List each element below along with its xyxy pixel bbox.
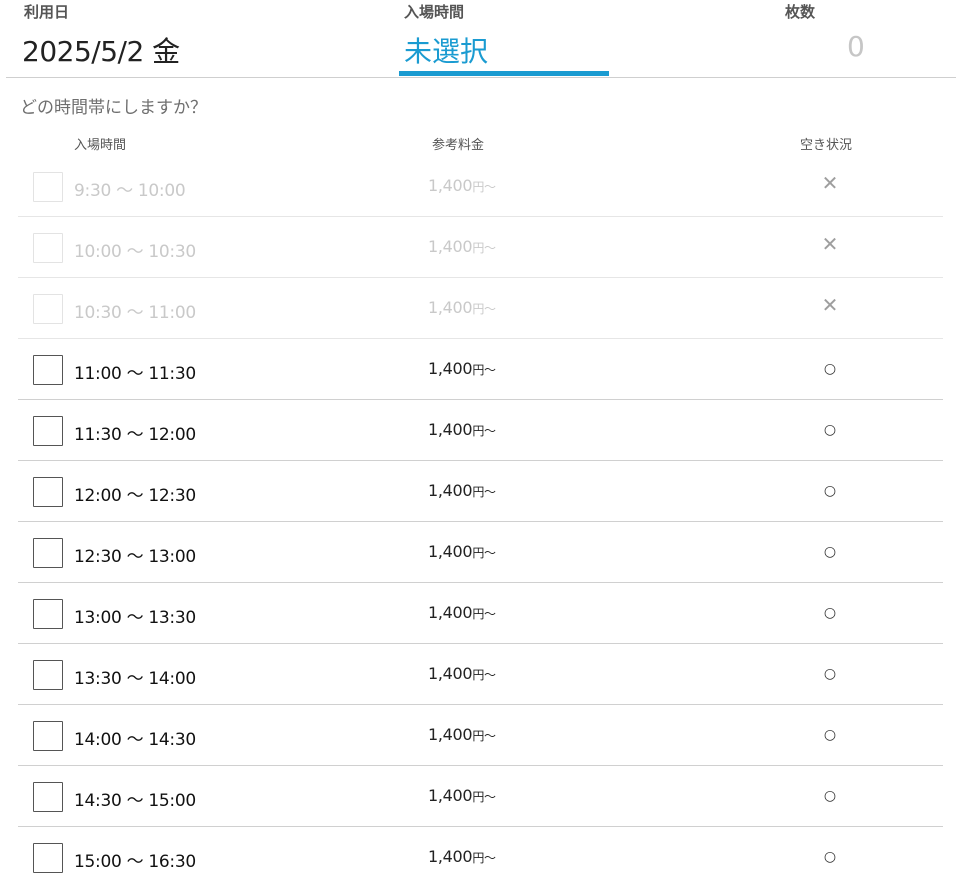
slot-checkbox[interactable]	[33, 355, 63, 385]
slot-price-unit: 円～	[472, 607, 496, 621]
time-question: どの時間帯にしますか？	[20, 98, 207, 118]
unavailable-cross-icon: ✕	[821, 232, 839, 256]
date-label: 利用日	[24, 3, 70, 21]
slot-time: 12:00 ～ 12:30	[74, 486, 196, 506]
slot-checkbox[interactable]	[33, 599, 63, 629]
slot-price-unit: 円～	[472, 180, 496, 194]
slot-price-unit: 円～	[472, 790, 496, 804]
time-slot-row: 10:00 ～ 10:30 1,400円～ ✕	[18, 217, 943, 278]
slot-price-value: 1,400	[428, 725, 473, 744]
ticket-count-label: 枚数	[785, 3, 816, 21]
slot-price-unit: 円～	[472, 546, 496, 560]
available-circle-icon: ○	[823, 727, 837, 743]
time-slot-row[interactable]: 15:00 ～ 16:30 1,400円～ ○	[18, 827, 943, 888]
slot-price-unit: 円～	[472, 241, 496, 255]
slot-checkbox	[33, 233, 63, 263]
slot-price: 1,400円～	[428, 359, 496, 378]
slot-price-value: 1,400	[428, 542, 473, 561]
available-circle-icon: ○	[823, 422, 837, 438]
unavailable-cross-icon: ✕	[821, 293, 839, 317]
time-slot-row[interactable]: 13:30 ～ 14:00 1,400円～ ○	[18, 644, 943, 705]
slot-price-value: 1,400	[428, 481, 473, 500]
slot-price: 1,400円～	[428, 176, 496, 195]
available-circle-icon: ○	[823, 544, 837, 560]
slot-checkbox[interactable]	[33, 843, 63, 873]
slot-time: 15:00 ～ 16:30	[74, 852, 196, 872]
available-circle-icon: ○	[823, 483, 837, 499]
slot-checkbox[interactable]	[33, 477, 63, 507]
time-slot-row[interactable]: 12:30 ～ 13:00 1,400円～ ○	[18, 522, 943, 583]
slot-checkbox	[33, 294, 63, 324]
time-slot-row[interactable]: 11:30 ～ 12:00 1,400円～ ○	[18, 400, 943, 461]
slot-price-value: 1,400	[428, 603, 473, 622]
slot-price-unit: 円～	[472, 424, 496, 438]
slot-price: 1,400円～	[428, 664, 496, 683]
time-slot-row: 10:30 ～ 11:00 1,400円～ ✕	[18, 278, 943, 339]
slot-time: 10:30 ～ 11:00	[74, 303, 196, 323]
slot-price-unit: 円～	[472, 485, 496, 499]
slot-price: 1,400円～	[428, 603, 496, 622]
slot-price-value: 1,400	[428, 176, 473, 195]
slot-price: 1,400円～	[428, 786, 496, 805]
time-slot-row[interactable]: 14:30 ～ 15:00 1,400円～ ○	[18, 766, 943, 827]
slot-price-unit: 円～	[472, 729, 496, 743]
time-slot-row: 9:30 ～ 10:00 1,400円～ ✕	[18, 156, 943, 217]
slot-time: 13:00 ～ 13:30	[74, 608, 196, 628]
slot-table-header: 入場時間 参考料金 空き状況	[18, 132, 943, 156]
ticket-count-value[interactable]: 0	[847, 30, 865, 63]
header-entry-time: 入場時間	[74, 138, 127, 153]
slot-time: 11:00 ～ 11:30	[74, 364, 196, 384]
time-slot-row[interactable]: 11:00 ～ 11:30 1,400円～ ○	[18, 339, 943, 400]
slot-price-unit: 円～	[472, 668, 496, 682]
available-circle-icon: ○	[823, 605, 837, 621]
slot-price-value: 1,400	[428, 847, 473, 866]
available-circle-icon: ○	[823, 666, 837, 682]
entry-time-label: 入場時間	[404, 3, 465, 21]
slot-checkbox[interactable]	[33, 538, 63, 568]
slot-price: 1,400円～	[428, 542, 496, 561]
header-reference-price: 参考料金	[432, 138, 485, 153]
selection-summary: 利用日 2025/5/2 金 入場時間 未選択 枚数 0	[6, 0, 956, 78]
slot-price: 1,400円～	[428, 237, 496, 256]
slot-price-value: 1,400	[428, 420, 473, 439]
slot-checkbox[interactable]	[33, 660, 63, 690]
slot-price: 1,400円～	[428, 298, 496, 317]
slot-checkbox[interactable]	[33, 416, 63, 446]
date-value[interactable]: 2025/5/2 金	[22, 30, 180, 70]
time-slot-list: 9:30 ～ 10:00 1,400円～ ✕ 10:00 ～ 10:30 1,400円～…	[18, 156, 943, 888]
entry-time-value[interactable]: 未選択	[404, 30, 488, 70]
available-circle-icon: ○	[823, 788, 837, 804]
slot-time: 10:00 ～ 10:30	[74, 242, 196, 262]
slot-time: 9:30 ～ 10:00	[74, 181, 186, 201]
slot-time: 11:30 ～ 12:00	[74, 425, 196, 445]
slot-checkbox[interactable]	[33, 782, 63, 812]
time-slot-row[interactable]: 14:00 ～ 14:30 1,400円～ ○	[18, 705, 943, 766]
slot-price-value: 1,400	[428, 359, 473, 378]
active-step-underline	[399, 71, 609, 76]
slot-price-value: 1,400	[428, 664, 473, 683]
slot-time: 12:30 ～ 13:00	[74, 547, 196, 567]
slot-price-value: 1,400	[428, 786, 473, 805]
slot-price: 1,400円～	[428, 725, 496, 744]
slot-checkbox[interactable]	[33, 721, 63, 751]
slot-price: 1,400円～	[428, 481, 496, 500]
slot-price-unit: 円～	[472, 302, 496, 316]
time-slot-row[interactable]: 13:00 ～ 13:30 1,400円～ ○	[18, 583, 943, 644]
slot-checkbox	[33, 172, 63, 202]
slot-price-value: 1,400	[428, 298, 473, 317]
unavailable-cross-icon: ✕	[821, 171, 839, 195]
slot-price-value: 1,400	[428, 237, 473, 256]
available-circle-icon: ○	[823, 361, 837, 377]
slot-price-unit: 円～	[472, 363, 496, 377]
header-availability: 空き状況	[800, 138, 853, 153]
slot-price: 1,400円～	[428, 420, 496, 439]
slot-time: 13:30 ～ 14:00	[74, 669, 196, 689]
slot-time: 14:30 ～ 15:00	[74, 791, 196, 811]
time-slot-row[interactable]: 12:00 ～ 12:30 1,400円～ ○	[18, 461, 943, 522]
slot-price: 1,400円～	[428, 847, 496, 866]
available-circle-icon: ○	[823, 849, 837, 865]
slot-price-unit: 円～	[472, 851, 496, 865]
slot-time: 14:00 ～ 14:30	[74, 730, 196, 750]
